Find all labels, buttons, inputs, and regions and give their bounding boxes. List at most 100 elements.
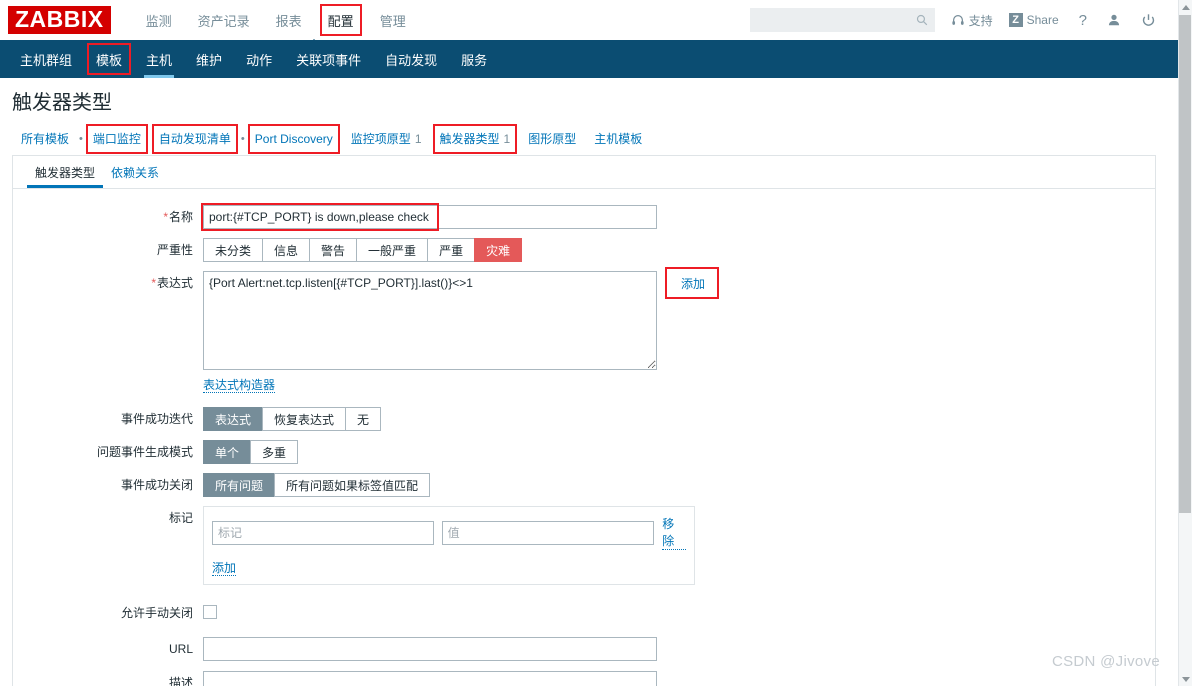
form-row-expression: *表达式 添加 bbox=[13, 267, 1155, 370]
object-breadcrumb-tabs: 所有模板 • 端口监控 自动发现清单 • Port Discovery 监控项原… bbox=[0, 122, 1178, 155]
ok-event-option-none[interactable]: 无 bbox=[345, 407, 382, 431]
search-icon bbox=[916, 14, 927, 26]
severity-segmented-control: 未分类 信息 警告 一般严重 严重 灾难 bbox=[203, 238, 523, 262]
nav-item-hosts[interactable]: 主机 bbox=[134, 40, 184, 78]
support-label: 支持 bbox=[968, 13, 993, 28]
tag-add-link[interactable]: 添加 bbox=[212, 561, 237, 576]
manual-close-control bbox=[203, 601, 217, 622]
expression-add-button[interactable]: 添加 bbox=[669, 271, 718, 295]
severity-option-information[interactable]: 信息 bbox=[262, 238, 310, 262]
expression-constructor-link[interactable]: 表达式构造器 bbox=[203, 378, 276, 393]
required-marker: * bbox=[163, 210, 168, 224]
scrollbar-thumb[interactable] bbox=[1179, 15, 1191, 513]
watermark: CSDN @Jivove bbox=[1051, 653, 1160, 670]
global-search[interactable] bbox=[749, 8, 935, 32]
name-input[interactable] bbox=[203, 205, 657, 229]
nav-item-maintenance[interactable]: 维护 bbox=[184, 40, 234, 78]
url-input[interactable] bbox=[203, 637, 657, 661]
tab-trigger-prototype[interactable]: 触发器类型 bbox=[27, 156, 104, 188]
page-header: 触发器类型 bbox=[0, 78, 1178, 122]
objtab-port-monitor-label: 端口监控 bbox=[92, 132, 141, 146]
ok-event-closes-control: 所有问题 所有问题如果标签值匹配 bbox=[203, 473, 431, 497]
nav-item-discovery[interactable]: 自动发现 bbox=[373, 40, 449, 78]
description-textarea[interactable] bbox=[203, 671, 657, 686]
nav-item-templates[interactable]: 模板 bbox=[84, 40, 134, 78]
nav-item-actions[interactable]: 动作 bbox=[234, 40, 284, 78]
objtab-trigger-prototypes-label: 触发器类型 bbox=[439, 132, 500, 146]
problem-event-mode-control: 单个 多重 bbox=[203, 440, 299, 464]
form-row-severity: 严重性 未分类 信息 警告 一般严重 严重 灾难 bbox=[13, 238, 1155, 262]
ok-event-closes-segmented-control: 所有问题 所有问题如果标签值匹配 bbox=[203, 473, 431, 497]
scrollbar-down-button[interactable] bbox=[1179, 672, 1192, 686]
objtab-item-prototypes[interactable]: 监控项原型 1 bbox=[342, 126, 431, 152]
page-title: 触发器类型 bbox=[12, 91, 112, 114]
tags-container: 移除 添加 bbox=[203, 506, 695, 585]
page-scrollbar[interactable] bbox=[1178, 0, 1192, 686]
menu-item-monitoring[interactable]: 监测 bbox=[133, 0, 185, 40]
objtab-discovery-list[interactable]: 自动发现清单 bbox=[150, 123, 240, 154]
tag-remove-link[interactable]: 移除 bbox=[662, 515, 686, 550]
chevron-up-icon bbox=[1182, 4, 1190, 10]
menu-item-reports[interactable]: 报表 bbox=[263, 0, 315, 40]
tag-value-input[interactable] bbox=[441, 520, 655, 545]
objtab-all-templates[interactable]: 所有模板 bbox=[12, 126, 78, 152]
problem-event-option-single[interactable]: 单个 bbox=[203, 440, 251, 464]
nav-item-services[interactable]: 服务 bbox=[449, 40, 499, 78]
top-header: ZABBIX 监测 资产记录 报表 配置 管理 支持 Z Share ? bbox=[0, 0, 1178, 40]
severity-option-warning[interactable]: 警告 bbox=[309, 238, 357, 262]
menu-item-inventory[interactable]: 资产记录 bbox=[185, 0, 263, 40]
ok-event-option-recovery-expression[interactable]: 恢复表达式 bbox=[262, 407, 346, 431]
objtab-trigger-prototypes[interactable]: 触发器类型 1 bbox=[431, 123, 520, 154]
ok-event-generation-control: 表达式 恢复表达式 无 bbox=[203, 407, 382, 431]
sign-out-button[interactable] bbox=[1141, 13, 1156, 28]
name-label: *名称 bbox=[163, 210, 193, 224]
question-mark-icon: ? bbox=[1078, 11, 1087, 29]
severity-option-average[interactable]: 一般严重 bbox=[356, 238, 428, 262]
objtab-port-discovery[interactable]: Port Discovery bbox=[246, 123, 342, 154]
search-input[interactable] bbox=[756, 12, 916, 28]
severity-option-disaster[interactable]: 灾难 bbox=[474, 238, 523, 262]
help-link[interactable]: ? bbox=[1079, 12, 1087, 29]
app-window: ZABBIX 监测 资产记录 报表 配置 管理 支持 Z Share ? 主机群… bbox=[0, 0, 1192, 686]
objtab-item-prototypes-count: 1 bbox=[414, 131, 422, 146]
tag-name-input[interactable] bbox=[212, 520, 434, 545]
problem-event-option-multiple[interactable]: 多重 bbox=[250, 440, 299, 464]
objtab-host-prototypes-label: 主机模板 bbox=[594, 132, 643, 146]
tags-control: 移除 添加 bbox=[203, 506, 695, 585]
manual-close-checkbox[interactable] bbox=[203, 605, 217, 619]
form-row-expression-builder: 表达式构造器 bbox=[13, 374, 1155, 393]
form-row-ok-event-generation: 事件成功迭代 表达式 恢复表达式 无 bbox=[13, 407, 1155, 431]
headset-icon bbox=[951, 13, 965, 27]
form-row-manual-close: 允许手动关闭 bbox=[13, 601, 1155, 625]
ok-event-option-expression[interactable]: 表达式 bbox=[203, 407, 263, 431]
zabbix-logo[interactable]: ZABBIX bbox=[8, 5, 111, 35]
expression-control: 添加 bbox=[203, 267, 719, 370]
objtab-graph-prototypes[interactable]: 图形原型 bbox=[519, 126, 585, 152]
nav-item-host-groups[interactable]: 主机群组 bbox=[8, 40, 84, 78]
user-profile-link[interactable] bbox=[1107, 13, 1121, 27]
form-tabs: 触发器类型 依赖关系 bbox=[13, 156, 1155, 189]
objtab-host-prototypes[interactable]: 主机模板 bbox=[585, 126, 651, 152]
ok-event-generation-label: 事件成功迭代 bbox=[120, 412, 193, 426]
support-link[interactable]: 支持 bbox=[951, 12, 993, 29]
trigger-form: *名称 严重性 未分类 信息 警告 一般严重 严重 灾难 bbox=[13, 189, 1155, 686]
objtab-port-monitor[interactable]: 端口监控 bbox=[84, 123, 150, 154]
share-label: Share bbox=[1026, 13, 1059, 27]
share-link[interactable]: Z Share bbox=[1008, 13, 1059, 27]
chevron-down-icon bbox=[1182, 676, 1190, 682]
required-marker-expression: * bbox=[151, 276, 156, 290]
objtab-graph-prototypes-label: 图形原型 bbox=[528, 132, 577, 146]
expression-textarea[interactable] bbox=[203, 271, 657, 370]
ok-event-closes-option-all-problems[interactable]: 所有问题 bbox=[203, 473, 275, 497]
nav-item-event-correlation[interactable]: 关联项事件 bbox=[284, 40, 373, 78]
severity-option-high[interactable]: 严重 bbox=[427, 238, 475, 262]
tab-dependencies[interactable]: 依赖关系 bbox=[103, 156, 167, 188]
scrollbar-up-button[interactable] bbox=[1179, 0, 1192, 14]
form-row-description: 描述 bbox=[13, 671, 1155, 686]
ok-event-closes-option-tag-match[interactable]: 所有问题如果标签值匹配 bbox=[274, 473, 431, 497]
menu-item-administration[interactable]: 管理 bbox=[367, 0, 419, 40]
severity-option-not-classified[interactable]: 未分类 bbox=[203, 238, 263, 262]
power-icon bbox=[1141, 13, 1156, 28]
menu-item-configuration[interactable]: 配置 bbox=[315, 0, 367, 40]
main-menu: 监测 资产记录 报表 配置 管理 bbox=[133, 0, 419, 40]
